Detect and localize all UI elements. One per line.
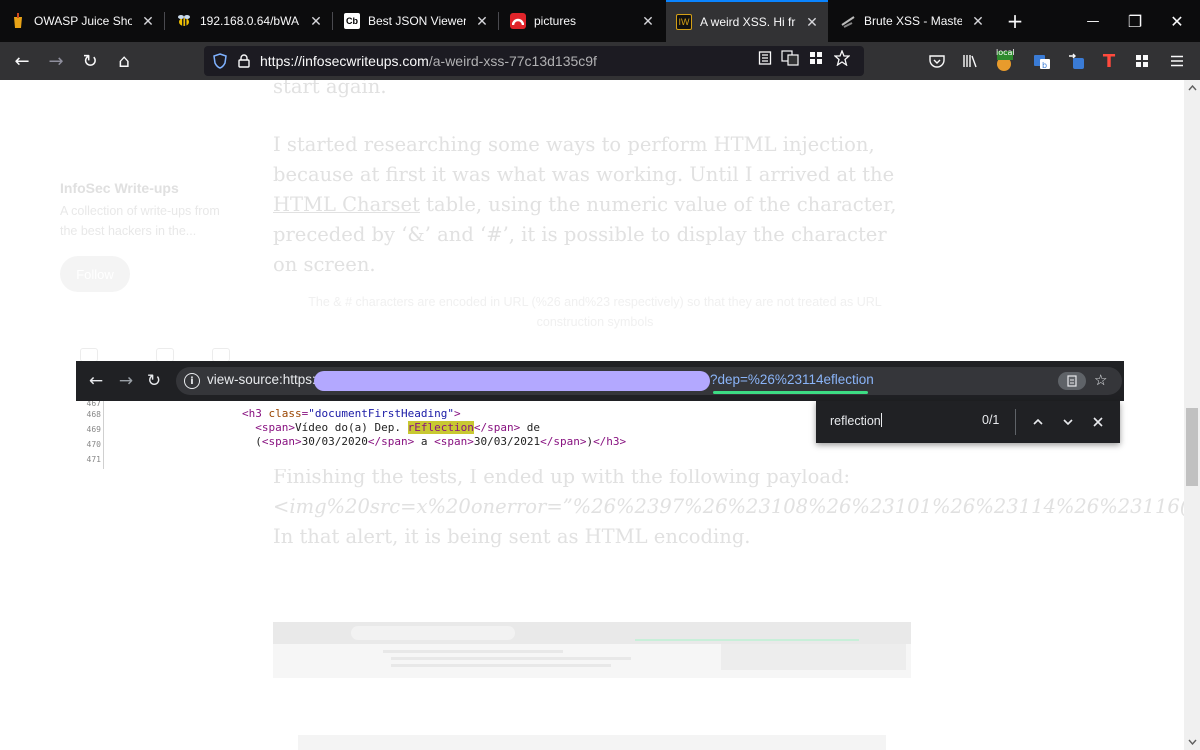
close-icon[interactable]: ✕ xyxy=(970,13,986,30)
scroll-up-icon[interactable] xyxy=(1184,80,1200,96)
reload-button[interactable]: ↻ xyxy=(76,47,104,75)
find-count: 0/1 xyxy=(982,413,1000,427)
local-extension-icon[interactable]: local xyxy=(990,47,1018,75)
vertical-scrollbar[interactable] xyxy=(1184,80,1200,750)
find-close-icon xyxy=(1087,411,1109,433)
url-param: ?dep=%26%23114eflection xyxy=(710,372,874,387)
view-source-url: view-source:https:/ xyxy=(207,372,320,387)
star-icon: ☆ xyxy=(1094,371,1108,389)
tab-strip: OWASP Juice Shop ✕ 192.168.0.64/bWAPP/r … xyxy=(0,0,1200,42)
line-number-gutter: 467 468 469 470 471 xyxy=(76,401,104,469)
redacted-url-block xyxy=(314,371,710,391)
search-match-highlight: rEflection xyxy=(407,421,474,434)
extensions-grid-icon[interactable] xyxy=(807,49,825,67)
reload-icon: ↻ xyxy=(146,371,162,391)
brute-xss-icon xyxy=(840,13,856,29)
infosec-writeups-icon: IW xyxy=(676,14,692,30)
hamburger-menu-icon[interactable] xyxy=(1163,47,1191,75)
tab-title: 192.168.0.64/bWAPP/r xyxy=(200,14,300,28)
tab-brute-xss[interactable]: Brute XSS - Master the ✕ xyxy=(830,0,994,42)
screenshot-browser-toolbar: ← → ↻ i view-source:https:/ ?dep=%26%231… xyxy=(76,361,1124,401)
article-screenshot: ← → ↻ i view-source:https:/ ?dep=%26%231… xyxy=(76,361,1124,469)
find-next-icon xyxy=(1057,411,1079,433)
tab-separator xyxy=(332,12,333,30)
html-charset-link[interactable]: HTML Charset xyxy=(273,193,420,216)
window-close-button[interactable]: ✕ xyxy=(1154,0,1200,42)
source-code: <h3 class="documentFirstHeading"> <span>… xyxy=(242,407,627,448)
scroll-down-icon[interactable] xyxy=(1184,734,1200,750)
forward-arrow-icon: → xyxy=(118,371,134,391)
tab-title: OWASP Juice Shop xyxy=(34,14,132,28)
local-badge: local xyxy=(996,48,1015,57)
url-text: https://infosecwriteups.com/a-weird-xss-… xyxy=(260,53,597,69)
navigation-toolbar: ← → ↻ ⌂ https://infosecwriteups.com/a-we… xyxy=(0,42,1200,80)
clap-icon[interactable] xyxy=(80,348,98,362)
publication-name[interactable]: InfoSec Write-ups xyxy=(60,180,240,196)
param-underline xyxy=(713,391,868,394)
close-icon[interactable]: ✕ xyxy=(804,14,820,31)
publication-description: A collection of write-ups from the best … xyxy=(60,204,220,238)
tab-pictures[interactable]: pictures ✕ xyxy=(500,0,664,42)
swap-extension-icon[interactable] xyxy=(1062,47,1090,75)
new-tab-button[interactable]: + xyxy=(992,0,1038,42)
tab-bwapp[interactable]: 192.168.0.64/bWAPP/r ✕ xyxy=(166,0,332,42)
codebeautify-icon: Cb xyxy=(344,13,360,29)
figure-caption: The & # characters are encoded in URL (%… xyxy=(308,295,882,329)
article-paragraph-start-again: start again. xyxy=(273,80,387,98)
payload-code: <img%20src=x%20onerror=”%26%2397%26%2310… xyxy=(273,495,1184,518)
pictures-icon xyxy=(510,13,526,29)
restore-button[interactable]: ❐ xyxy=(1112,0,1158,42)
article-screenshot-3 xyxy=(298,735,886,750)
article-page: start again. I started researching some … xyxy=(0,80,1184,750)
screenshot-omnibox: i view-source:https:/ ?dep=%26%23114efle… xyxy=(176,367,1124,395)
bee-icon xyxy=(176,13,192,29)
comment-icon[interactable] xyxy=(156,348,174,362)
article-paragraph-payload: Finishing the tests, I ended up with the… xyxy=(273,462,1184,552)
tab-a-weird-xss[interactable]: IW A weird XSS. Hi friends ✕ xyxy=(666,0,828,42)
scrollbar-thumb[interactable] xyxy=(1186,408,1198,486)
tab-separator xyxy=(164,12,165,30)
extensions-puzzle-icon[interactable] xyxy=(1128,47,1156,75)
article-screenshot-2 xyxy=(273,622,911,678)
find-query: reflection xyxy=(830,413,882,428)
translator-extension-icon[interactable]: b xyxy=(1028,47,1056,75)
find-prev-icon xyxy=(1027,411,1049,433)
follow-button[interactable]: Follow xyxy=(60,256,130,292)
shield-icon[interactable] xyxy=(212,53,228,69)
info-icon: i xyxy=(184,373,200,389)
tab-title: Best JSON Viewer and xyxy=(368,14,466,28)
article-paragraph-html-injection: I started researching some ways to perfo… xyxy=(273,133,897,276)
svg-text:b: b xyxy=(1042,61,1047,70)
reader-view-icon[interactable] xyxy=(756,49,774,67)
pocket-icon[interactable] xyxy=(923,47,951,75)
tab-owasp-juice-shop[interactable]: OWASP Juice Shop ✕ xyxy=(0,0,164,42)
tab-title: A weird XSS. Hi friends xyxy=(700,15,796,29)
translate-icon[interactable] xyxy=(781,49,799,67)
close-icon[interactable]: ✕ xyxy=(640,13,656,30)
close-icon[interactable]: ✕ xyxy=(474,13,490,30)
page-icon xyxy=(1058,372,1086,390)
home-button[interactable]: ⌂ xyxy=(110,47,138,75)
juice-shop-icon xyxy=(10,13,26,29)
bookmark-star-icon[interactable] xyxy=(833,49,851,67)
back-button[interactable]: ← xyxy=(8,47,36,75)
publication-sidebar: InfoSec Write-ups A collection of write-… xyxy=(60,180,240,241)
t-extension-icon[interactable]: T xyxy=(1095,47,1123,75)
library-icon[interactable] xyxy=(956,47,984,75)
tab-separator xyxy=(498,12,499,30)
lock-icon[interactable] xyxy=(236,53,252,69)
back-arrow-icon: ← xyxy=(88,371,104,391)
close-icon[interactable]: ✕ xyxy=(140,13,156,30)
tab-json-viewer[interactable]: Cb Best JSON Viewer and ✕ xyxy=(334,0,498,42)
close-icon[interactable]: ✕ xyxy=(308,13,324,30)
bookmark-icon[interactable] xyxy=(212,348,230,362)
forward-button[interactable]: → xyxy=(42,47,70,75)
tab-title: Brute XSS - Master the xyxy=(864,14,962,28)
minimize-button[interactable]: — xyxy=(1070,0,1116,42)
tab-title: pictures xyxy=(534,14,577,28)
find-in-page-bar: reflection 0/1 xyxy=(816,401,1120,443)
